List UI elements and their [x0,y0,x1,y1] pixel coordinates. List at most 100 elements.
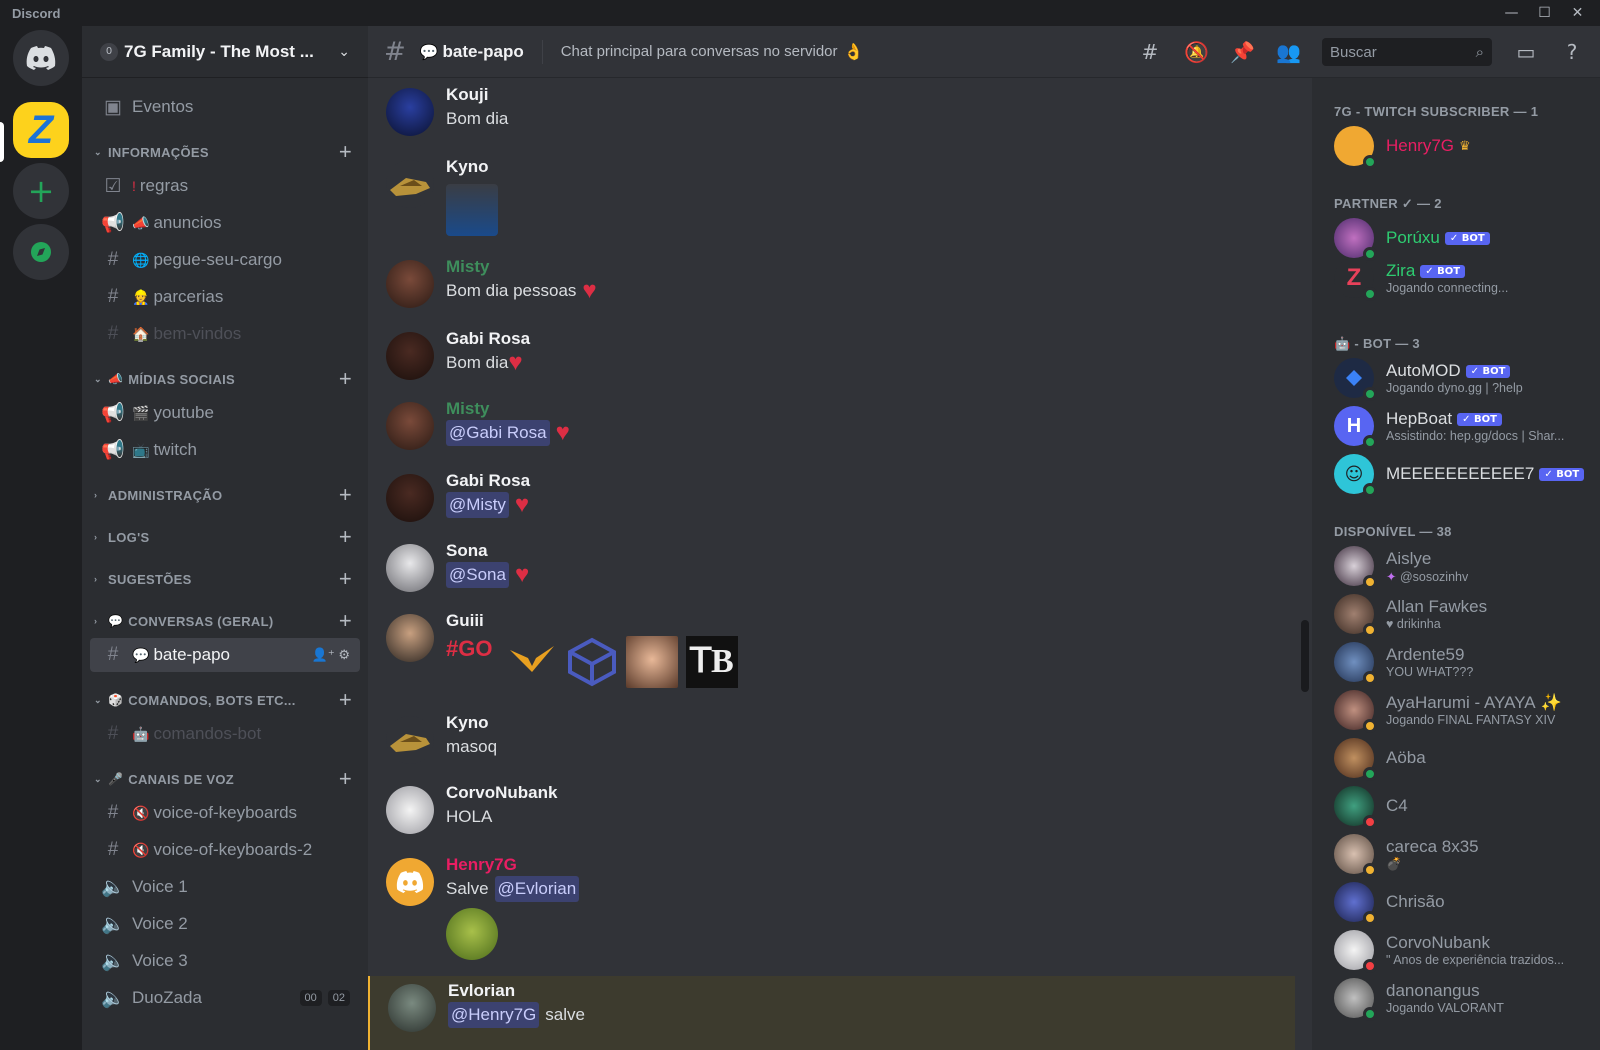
message[interactable]: Gabi Rosa @Misty ♥ [368,470,1295,522]
category-sugestoes[interactable]: › SUGESTÕES + [90,565,360,593]
guild-header[interactable]: 0 7G Family - The Most ... ⌄ [82,26,368,78]
member-item[interactable]: Henry7G ♛ [1334,124,1600,169]
category-comandos[interactable]: ⌄ 🎲 COMANDOS, BOTS ETC... + [90,686,360,714]
category-canais-de-voz[interactable]: ⌄ 🎤 CANAIS DE VOZ + [90,765,360,793]
avatar[interactable] [386,474,434,522]
create-channel-icon[interactable]: + [339,687,352,713]
user-mention[interactable]: @Henry7G [448,1002,540,1028]
category-conversas[interactable]: › 💬 CONVERSAS (GERAL) + [90,607,360,635]
message[interactable]: Kouji Bom dia [368,84,1295,136]
pin-icon[interactable]: 📌 [1230,40,1255,64]
category-logs[interactable]: › LOG'S + [90,523,360,551]
channel-bem-vindos[interactable]: # 🏠 bem-vindos [90,317,360,351]
user-mention[interactable]: @Evlorian [494,876,580,902]
message-author[interactable]: Henry7G [446,854,1295,876]
explore-servers-button[interactable] [13,224,69,280]
search-input[interactable]: Buscar ⌕ [1322,38,1492,66]
inbox-icon[interactable]: ▭ [1514,40,1538,64]
member-item[interactable]: C4 [1334,784,1600,829]
member-item[interactable]: AutoMOD ✓ BOT Jogando dyno.gg | ?help [1334,356,1600,401]
message[interactable]: Misty @Gabi Rosa ♥ [368,398,1295,450]
channel-youtube[interactable]: 📢 🎬 youtube [90,396,360,430]
help-icon[interactable]: ? [1560,40,1584,64]
member-item[interactable]: Aislye ✦ @sosozinhv [1334,544,1600,589]
threads-icon[interactable]: # [1138,40,1162,64]
message-author[interactable]: Evlorian [448,980,1295,1002]
create-channel-icon[interactable]: + [339,766,352,792]
avatar[interactable] [386,544,434,592]
create-channel-icon[interactable]: + [339,524,352,550]
create-channel-icon[interactable]: + [339,608,352,634]
message-author[interactable]: Kyno [446,712,1295,734]
invite-settings-icons[interactable]: 👤⁺ ⚙ [312,647,350,663]
member-item[interactable]: H HepBoat ✓ BOT Assistindo: hep.gg/docs | … [1334,404,1600,449]
message[interactable]: Gabi Rosa Bom dia ♥ [368,328,1295,380]
voice-channel-2[interactable]: 🔈 Voice 2 [90,907,360,941]
voice-channel-1[interactable]: 🔈 Voice 1 [90,870,360,904]
message-author[interactable]: Misty [446,256,1295,278]
channel-topic[interactable]: Chat principal para conversas no servido… [561,43,838,60]
close-button[interactable]: ✕ [1561,0,1594,26]
avatar[interactable] [386,88,434,136]
message-author[interactable]: Sona [446,540,1295,562]
member-item[interactable]: Ardente59 YOU WHAT??? [1334,640,1600,685]
avatar[interactable] [386,160,434,208]
maximize-button[interactable]: ☐ [1528,0,1561,26]
channel-voice-of-keyboards[interactable]: # 🔇 voice-of-keyboards [90,796,360,830]
member-item[interactable]: careca 8x35 💣 [1334,832,1600,877]
avatar[interactable] [386,614,434,662]
avatar[interactable] [386,786,434,834]
message-author[interactable]: Gabi Rosa [446,328,1295,350]
events-item[interactable]: ▣ Eventos [90,90,360,124]
message-author[interactable]: Misty [446,398,1295,420]
member-item[interactable]: Aöba [1334,736,1600,781]
message[interactable]: CorvoNubank HOLA [368,782,1295,834]
channel-pegue-seu-cargo[interactable]: # 🌐 pegue-seu-cargo [90,243,360,277]
avatar[interactable] [386,260,434,308]
user-mention[interactable]: @Misty [446,492,509,518]
user-mention[interactable]: @Gabi Rosa [446,420,550,446]
message[interactable]: Kyno [368,156,1295,238]
member-item[interactable]: danonangus Jogando VALORANT [1334,976,1600,1021]
member-item[interactable]: AyaHarumi - AYAYA ✨ Jogando FINAL FANTASY … [1334,688,1600,733]
message-author[interactable]: Kyno [446,156,1295,178]
avatar[interactable] [386,858,434,906]
avatar[interactable] [388,984,436,1032]
channel-regras[interactable]: ☑! regras [90,169,360,203]
channel-bate-papo[interactable]: # 💬 bate-papo 👤⁺ ⚙ [90,638,360,672]
message[interactable]: Kyno masoq [368,712,1295,764]
member-item[interactable]: Z Zira ✓ BOT Jogando connecting... [1334,256,1600,301]
channel-anuncios[interactable]: 📢 📣 anuncios [90,206,360,240]
message[interactable]: Sona @Sona ♥ [368,540,1295,592]
message[interactable]: Misty Bom dia pessoas ♥ [368,256,1295,308]
member-item[interactable]: ☺ MEEEEEEEEEEE7 ✓ BOT [1334,452,1600,497]
message-author[interactable]: Guiii [446,610,1295,632]
member-list-icon[interactable]: 👥 [1276,40,1301,64]
notification-mute-icon[interactable]: 🔕 [1184,40,1209,64]
add-server-button[interactable]: + [13,163,69,219]
avatar[interactable] [386,716,434,764]
create-channel-icon[interactable]: + [339,139,352,165]
channel-voice-of-keyboards-2[interactable]: # 🔇 voice-of-keyboards-2 [90,833,360,867]
home-button[interactable] [13,30,69,86]
message-author[interactable]: Kouji [446,84,1295,106]
user-mention[interactable]: @Sona [446,562,509,588]
create-channel-icon[interactable]: + [339,482,352,508]
category-informacoes[interactable]: ⌄ INFORMAÇÕES + [90,138,360,166]
message-author[interactable]: Gabi Rosa [446,470,1295,492]
server-7g-family[interactable]: Z [13,102,69,158]
member-item[interactable]: Allan Fawkes ♥ drikinha [1334,592,1600,637]
message-author[interactable]: CorvoNubank [446,782,1295,804]
member-item[interactable]: Chrisão [1334,880,1600,925]
category-midias-sociais[interactable]: ⌄ 📣 MÍDIAS SOCIAIS + [90,365,360,393]
message-scrollbar[interactable] [1301,620,1309,692]
member-item[interactable]: Porúxu ✓ BOT [1334,216,1600,261]
voice-channel-duozada[interactable]: 🔈 DuoZada 00 02 [90,981,360,1015]
create-channel-icon[interactable]: + [339,366,352,392]
avatar[interactable] [386,332,434,380]
channel-twitch[interactable]: 📢 📺 twitch [90,433,360,467]
message[interactable]: Guiii #GO ꓔB [368,610,1295,692]
member-item[interactable]: CorvoNubank " Anos de experiência trazido… [1334,928,1600,973]
minimize-button[interactable]: — [1495,0,1528,26]
avatar[interactable] [386,402,434,450]
